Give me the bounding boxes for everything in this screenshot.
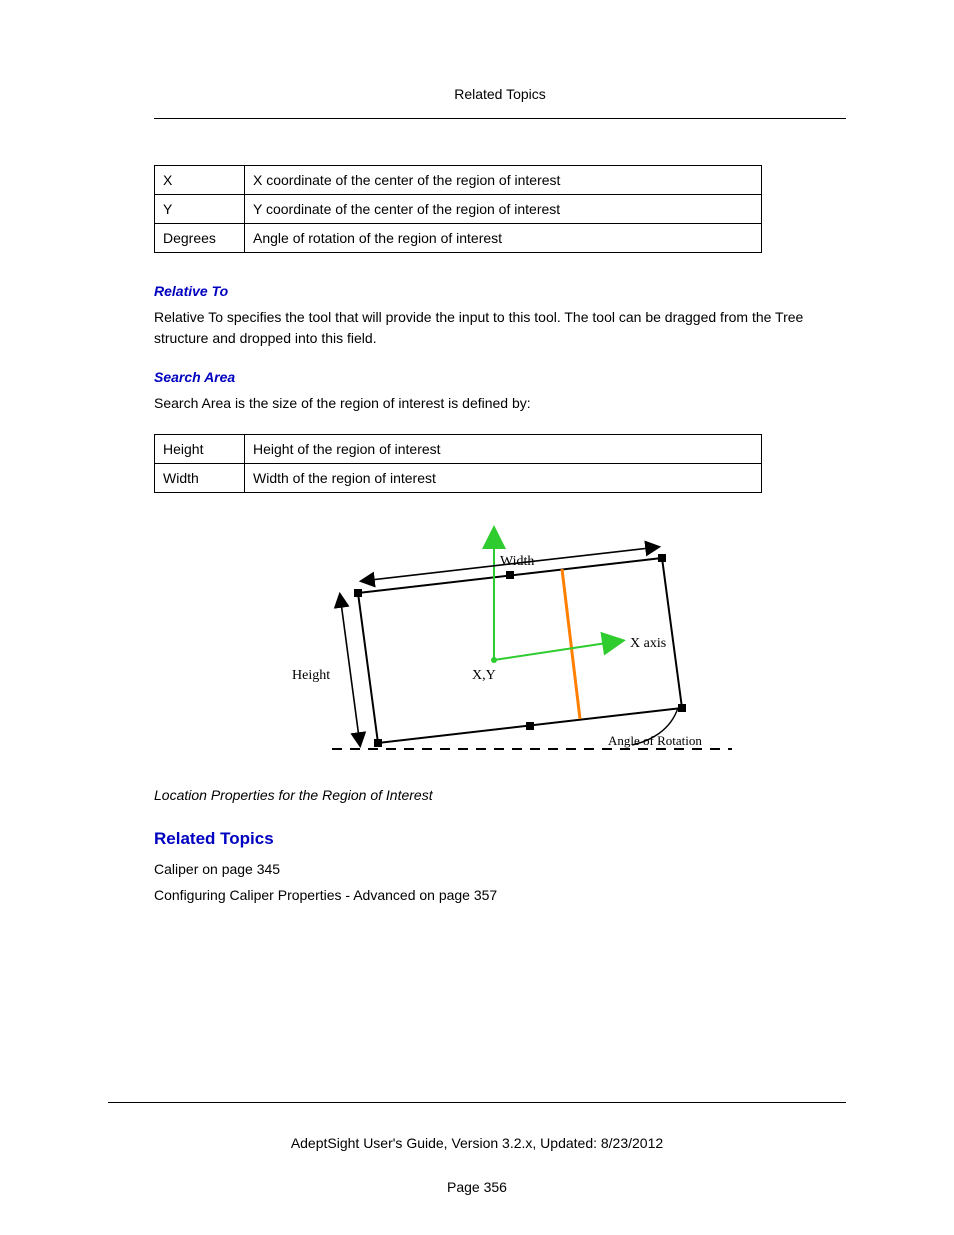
cell-key: X	[155, 166, 245, 195]
footer-text: AdeptSight User's Guide, Version 3.2.x, …	[108, 1135, 846, 1151]
cell-val: Width of the region of interest	[245, 464, 762, 493]
table-row: Height Height of the region of interest	[155, 435, 762, 464]
cell-key: Height	[155, 435, 245, 464]
label-xy: X,Y	[472, 668, 496, 683]
subheading-search-area: Search Area	[154, 369, 846, 385]
search-area-table: Height Height of the region of interest …	[154, 434, 762, 493]
page-footer: AdeptSight User's Guide, Version 3.2.x, …	[108, 1102, 846, 1195]
figure-caption: Location Properties for the Region of In…	[154, 787, 846, 803]
handle-icon	[506, 571, 514, 579]
related-link[interactable]: Configuring Caliper Properties - Advance…	[154, 887, 846, 903]
label-xaxis: X axis	[630, 636, 666, 651]
label-height: Height	[292, 668, 330, 683]
label-width: Width	[500, 554, 534, 569]
table-row: Y Y coordinate of the center of the regi…	[155, 195, 762, 224]
handle-icon	[374, 739, 382, 747]
subheading-relative-to: Relative To	[154, 283, 846, 299]
cell-key: Y	[155, 195, 245, 224]
cell-val: Angle of rotation of the region of inter…	[245, 224, 762, 253]
handle-icon	[354, 589, 362, 597]
roi-diagram: Width Height X,Y X axis Angle of Rotatio…	[262, 523, 738, 773]
table-row: X X coordinate of the center of the regi…	[155, 166, 762, 195]
cell-val: Height of the region of interest	[245, 435, 762, 464]
x-axis-arrow	[494, 641, 620, 660]
handle-icon	[526, 722, 534, 730]
cell-val: Y coordinate of the center of the region…	[245, 195, 762, 224]
paragraph: Search Area is the size of the region of…	[154, 393, 846, 414]
paragraph: Relative To specifies the tool that will…	[154, 307, 846, 349]
label-angle: Angle of Rotation	[608, 733, 702, 748]
footer-rule	[108, 1102, 846, 1103]
cell-key: Width	[155, 464, 245, 493]
section-heading-related-topics: Related Topics	[154, 829, 846, 849]
document-page: Related Topics X X coordinate of the cen…	[0, 0, 954, 1235]
cell-key: Degrees	[155, 224, 245, 253]
table-row: Degrees Angle of rotation of the region …	[155, 224, 762, 253]
cell-val: X coordinate of the center of the region…	[245, 166, 762, 195]
page-number: Page 356	[108, 1179, 846, 1195]
header-rule	[154, 118, 846, 119]
related-link[interactable]: Caliper on page 345	[154, 861, 846, 877]
search-line	[562, 569, 580, 719]
running-header: Related Topics	[154, 86, 846, 102]
handle-icon	[658, 554, 666, 562]
coordinates-table: X X coordinate of the center of the regi…	[154, 165, 762, 253]
height-dimension	[340, 595, 360, 745]
table-row: Width Width of the region of interest	[155, 464, 762, 493]
handle-icon	[678, 704, 686, 712]
